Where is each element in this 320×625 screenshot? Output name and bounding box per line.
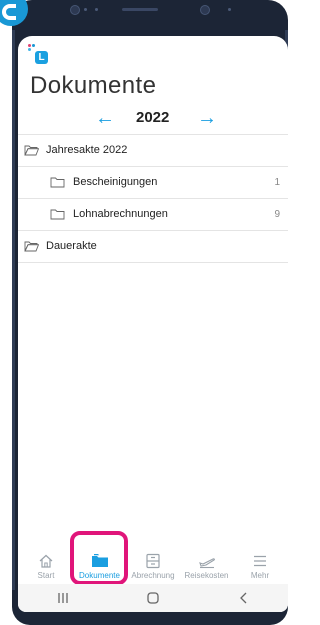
home-button-icon[interactable] bbox=[133, 588, 173, 608]
folder-open-icon bbox=[24, 145, 39, 156]
sensor-dot bbox=[95, 8, 98, 11]
phone-edge bbox=[12, 30, 15, 590]
tree-folder-bescheinigungen[interactable]: Bescheinigungen 1 bbox=[18, 166, 288, 198]
front-camera-icon bbox=[200, 5, 210, 15]
menu-icon bbox=[254, 555, 266, 567]
back-icon[interactable] bbox=[223, 588, 263, 608]
logo-letter: L bbox=[35, 51, 48, 64]
tree-folder-lohnabrechnungen[interactable]: Lohnabrechnungen 9 bbox=[18, 198, 288, 230]
app-logo: L bbox=[28, 44, 50, 66]
tree-folder-jahresakte[interactable]: Jahresakte 2022 bbox=[18, 134, 288, 166]
home-icon bbox=[39, 554, 53, 568]
system-navigation-bar bbox=[18, 584, 288, 612]
nav-mehr[interactable]: Mehr bbox=[234, 551, 286, 583]
year-value: 2022 bbox=[136, 109, 170, 126]
folder-icon bbox=[50, 209, 65, 220]
travel-plane-icon bbox=[198, 558, 215, 569]
nav-label: Start bbox=[37, 571, 55, 580]
folder-icon bbox=[50, 177, 65, 188]
tree-item-label: Bescheinigungen bbox=[73, 176, 158, 188]
nav-label: Reisekosten bbox=[184, 571, 229, 580]
nav-reisekosten[interactable]: Reisekosten bbox=[181, 551, 233, 583]
tree-folder-dauerakte[interactable]: Dauerakte bbox=[18, 230, 288, 263]
speaker-grille bbox=[122, 8, 158, 11]
nav-label: Abrechnung bbox=[131, 571, 175, 580]
nav-label: Mehr bbox=[250, 571, 270, 580]
page-title: Dokumente bbox=[30, 72, 157, 99]
folder-open-icon bbox=[24, 241, 39, 252]
document-tree: Jahresakte 2022 Bescheinigungen 1 Lohnab… bbox=[18, 134, 288, 263]
previous-year-arrow-icon[interactable]: ← bbox=[95, 107, 115, 129]
next-year-arrow-icon[interactable]: → bbox=[197, 107, 217, 129]
nav-start[interactable]: Start bbox=[20, 551, 72, 583]
bottom-navigation: Start Dokumente Abrechnung Reisekosten M… bbox=[18, 551, 288, 583]
nav-abrechnung[interactable]: Abrechnung bbox=[127, 551, 179, 583]
tree-item-label: Dauerakte bbox=[46, 240, 97, 252]
sensor-dot bbox=[228, 8, 231, 11]
highlight-callout bbox=[70, 531, 128, 585]
billing-drawer-icon bbox=[146, 553, 160, 569]
tree-item-label: Jahresakte 2022 bbox=[46, 144, 128, 156]
logo-dots-icon bbox=[28, 44, 36, 52]
tree-item-count: 1 bbox=[274, 177, 280, 188]
camera-icon bbox=[70, 5, 80, 15]
app-screen: L Dokumente ← 2022 → Jahresakte 2022 Bes… bbox=[18, 36, 288, 612]
tree-item-label: Lohnabrechnungen bbox=[73, 208, 168, 220]
sensor-dot bbox=[84, 8, 87, 11]
tree-item-count: 9 bbox=[274, 209, 280, 220]
recents-icon[interactable] bbox=[43, 588, 83, 608]
year-selector: ← 2022 → bbox=[18, 107, 288, 129]
